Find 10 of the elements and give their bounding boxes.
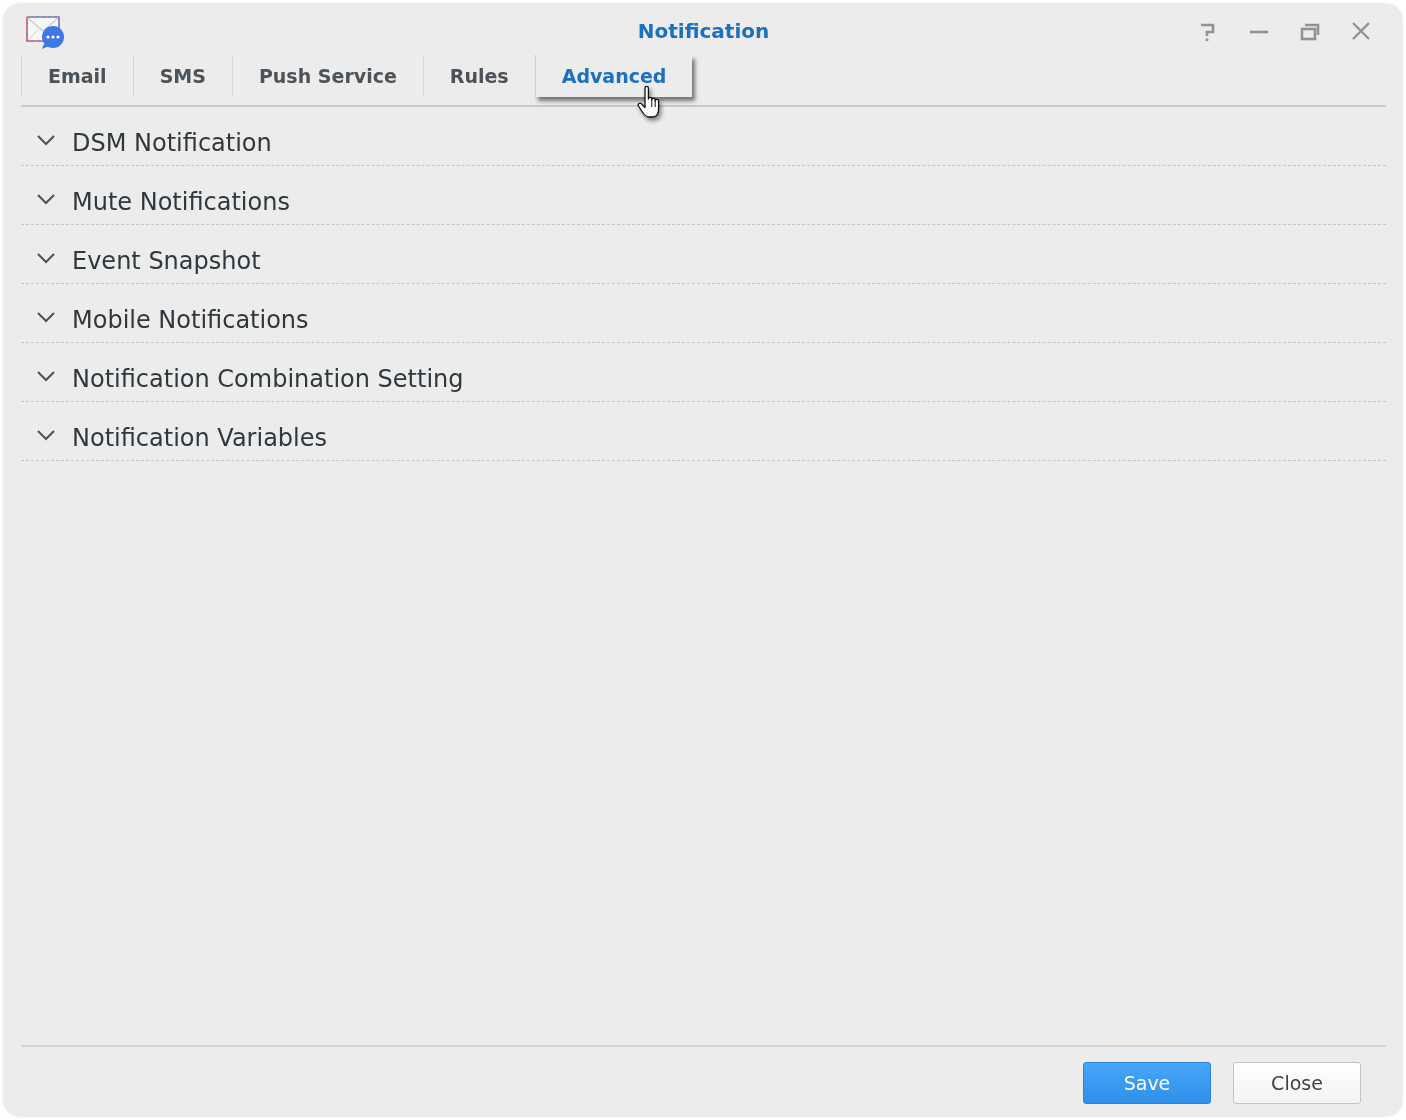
section-header[interactable]: Mobile Notifications [21,284,1386,343]
section-header[interactable]: Mute Notifications [21,166,1386,225]
section-header[interactable]: Notification Variables [21,402,1386,461]
section-header[interactable]: Event Snapshot [21,225,1386,284]
close-icon[interactable] [1350,19,1372,42]
window-title: Notification [637,17,770,43]
envelope-chat-icon [26,15,66,50]
close-button[interactable]: Close [1233,1062,1361,1104]
tab[interactable]: Advanced [534,55,693,97]
section-header[interactable]: Notification Combination Setting [21,343,1386,402]
